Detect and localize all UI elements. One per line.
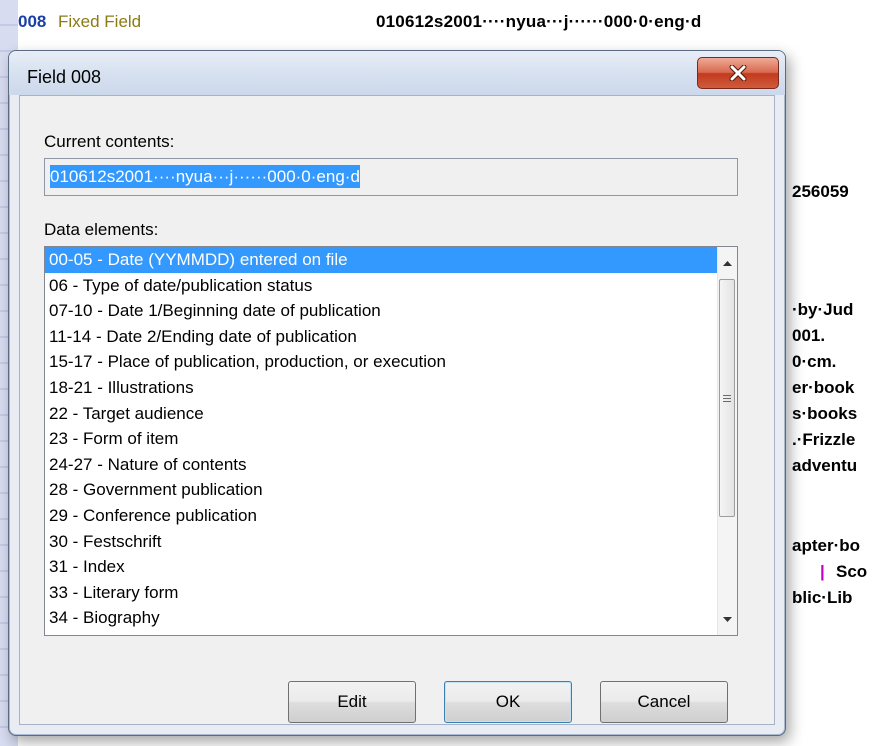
edit-button[interactable]: Edit (288, 681, 416, 723)
field-tag[interactable]: 008 (18, 12, 46, 32)
scroll-down-icon (723, 616, 732, 622)
close-icon (729, 65, 747, 81)
dialog-title: Field 008 (27, 67, 102, 87)
scroll-up-button[interactable] (718, 253, 737, 273)
data-element-item[interactable]: 34 - Biography (45, 605, 717, 631)
data-element-item[interactable]: 15-17 - Place of publication, production… (45, 349, 717, 375)
field-fragment: s·books (792, 404, 858, 423)
data-element-item[interactable]: 00-05 - Date (YYMMDD) entered on file (45, 247, 717, 273)
data-element-item[interactable]: 24-27 - Nature of contents (45, 452, 717, 478)
scroll-up-icon (723, 260, 732, 266)
scroll-grip-icon (723, 394, 731, 402)
data-element-item[interactable]: 28 - Government publication (45, 477, 717, 503)
current-contents-value: 010612s2001····nyua···j······000·0·eng·d (50, 165, 360, 188)
field-fragment: 256059 (792, 182, 849, 201)
list-scrollbar[interactable] (717, 247, 737, 635)
data-element-item[interactable]: 22 - Target audience (45, 401, 717, 427)
scroll-thumb[interactable] (719, 279, 735, 517)
data-element-item[interactable]: 11-14 - Date 2/Ending date of publicatio… (45, 324, 717, 350)
field-fragment: er·book (792, 378, 855, 397)
field-value[interactable]: 010612s2001····nyua···j······000·0·eng·d (376, 12, 701, 32)
field-fragment: Sco (836, 562, 868, 581)
field-fragment: .·Frizzle (792, 430, 856, 449)
data-element-item[interactable]: 29 - Conference publication (45, 503, 717, 529)
subfield-delimiter: | (820, 562, 825, 581)
field-name: Fixed Field (58, 12, 142, 31)
data-element-item[interactable]: 31 - Index (45, 554, 717, 580)
data-elements-items: 00-05 - Date (YYMMDD) entered on file 06 … (45, 247, 717, 631)
field-fragment: 0·cm. (792, 352, 837, 371)
dialog-body: Current contents: 010612s2001····nyua···… (19, 95, 775, 725)
field-008-dialog: Field 008 Current contents: 010612s2001·… (8, 50, 786, 736)
field-fragment: 001. (792, 326, 826, 345)
data-elements-label: Data elements: (44, 220, 159, 239)
dialog-titlebar[interactable]: Field 008 (9, 51, 785, 95)
current-contents-field[interactable]: 010612s2001····nyua···j······000·0·eng·d (44, 158, 738, 196)
data-element-item[interactable]: 07-10 - Date 1/Beginning date of publica… (45, 298, 717, 324)
current-contents-label: Current contents: (44, 132, 175, 151)
field-fragment: adventu (792, 456, 858, 475)
cancel-button[interactable]: Cancel (600, 681, 728, 723)
data-element-item[interactable]: 18-21 - Illustrations (45, 375, 717, 401)
scroll-down-button[interactable] (718, 609, 737, 629)
data-element-item[interactable]: 33 - Literary form (45, 580, 717, 606)
data-element-item[interactable]: 23 - Form of item (45, 426, 717, 452)
data-elements-list[interactable]: 00-05 - Date (YYMMDD) entered on file 06 … (44, 246, 738, 636)
data-element-item[interactable]: 06 - Type of date/publication status (45, 273, 717, 299)
data-element-item[interactable]: 30 - Festschrift (45, 529, 717, 555)
field-fragment: ·by·Jud (792, 300, 854, 319)
field-fragment: apter·bo (792, 536, 860, 555)
ok-button[interactable]: OK (444, 681, 572, 723)
close-button[interactable] (697, 57, 779, 89)
field-fragment: blic·Lib (792, 588, 853, 607)
